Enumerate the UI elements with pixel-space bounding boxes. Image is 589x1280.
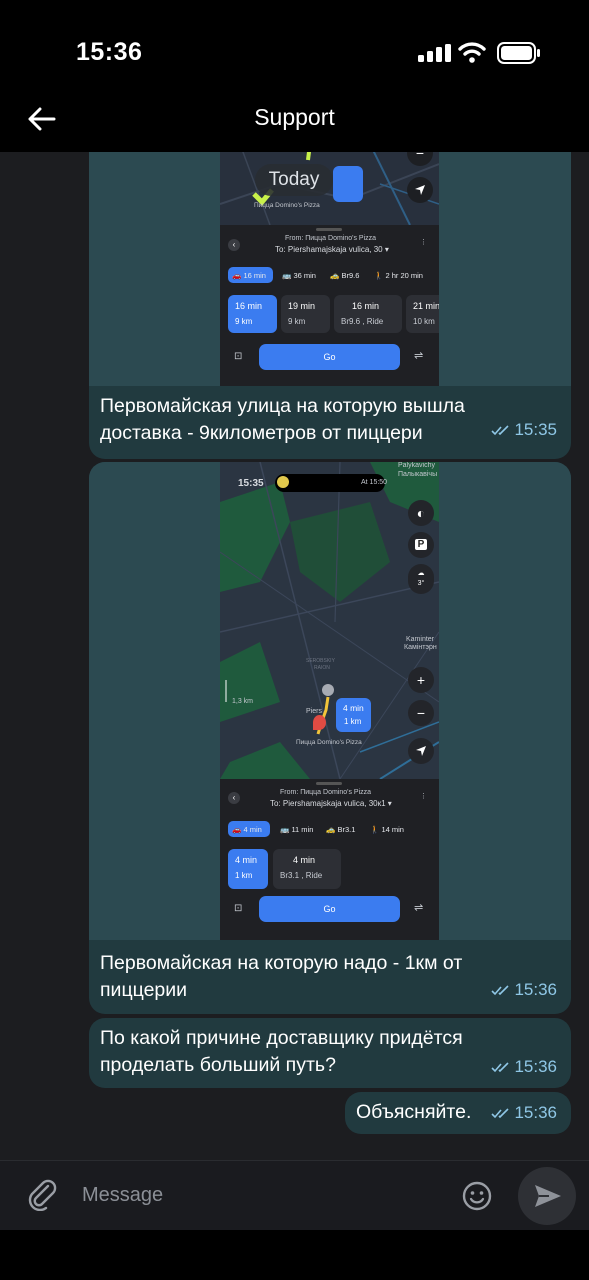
double-check-icon — [491, 984, 510, 995]
map-label: Kaminter — [406, 636, 435, 643]
send-icon — [535, 1185, 561, 1207]
more-icon[interactable]: ⋮ — [420, 238, 427, 246]
double-check-icon — [491, 424, 510, 435]
compass-button[interactable]: ◐ — [408, 500, 434, 526]
route-to: To: Piershamajskaja vulica, 30 ▾ — [275, 245, 389, 254]
mode-walk[interactable]: 🚶 14 min — [370, 821, 420, 837]
route-time-bubble: 4 min 1 km — [336, 698, 371, 732]
parking-button[interactable]: P — [408, 532, 434, 558]
emoji-icon[interactable] — [461, 1180, 493, 1212]
zoom-out-button[interactable]: − — [408, 700, 434, 726]
phone-time-right: At 15:50 — [361, 479, 388, 486]
date-chip: Today — [255, 164, 333, 196]
attach-paperclip-icon[interactable] — [26, 1177, 58, 1211]
mode-taxi[interactable]: 🚕 Br3.1 — [324, 821, 364, 837]
map-label: SEROBSKIY — [306, 658, 335, 664]
message-bubble[interactable]: Объясняйте. 15:36 — [345, 1092, 571, 1134]
map-label: RAION — [314, 665, 330, 671]
route-screenshot: 15:35 At 15:50 Palykavichy Палыкавічы Ka… — [220, 462, 439, 940]
cellular-signal-icon — [418, 44, 451, 62]
map-label: Палыкавічы — [398, 471, 438, 478]
message-text: Первомайская на которую надо - 1км от пи… — [100, 952, 463, 1001]
schedule-icon[interactable]: ⊡ — [234, 903, 242, 914]
mode-car[interactable]: 🚗 16 min — [228, 267, 273, 283]
status-time: 15:36 — [76, 38, 143, 66]
scale-label: 1,3 km — [232, 698, 254, 705]
go-button[interactable]: Go — [259, 344, 400, 370]
mode-taxi[interactable]: 🚕 Br9.6 — [328, 267, 368, 283]
phone-time: 15:35 — [238, 478, 264, 489]
send-button[interactable] — [518, 1167, 576, 1225]
message-bubble[interactable]: По какой причине доставщику придётся про… — [89, 1018, 571, 1088]
message-meta: 15:36 — [491, 1103, 557, 1123]
route-option[interactable]: 4 min Br3.1 , Ride — [273, 849, 341, 889]
message-meta: 15:35 — [491, 420, 557, 440]
message-meta: 15:36 — [491, 980, 557, 1000]
mode-car[interactable]: 🚗 4 min — [228, 821, 270, 837]
wifi-icon — [458, 42, 486, 63]
locate-me-button[interactable] — [408, 738, 434, 764]
route-from: From: Пицца Domino's Pizza — [285, 235, 377, 242]
message-time: 15:36 — [514, 1057, 557, 1076]
message-time: 15:36 — [514, 1103, 557, 1122]
message-time: 15:36 — [514, 980, 557, 999]
double-check-icon — [491, 1061, 510, 1072]
map-label: Piers — [306, 708, 322, 715]
map-label: Palykavichy — [398, 462, 435, 469]
locate-me-button[interactable] — [407, 177, 433, 203]
message-text: По какой причине доставщику придётся про… — [100, 1027, 463, 1076]
route-to: To: Piershamajskaja vulica, 30к1 ▾ — [270, 799, 392, 808]
map-view: 15:35 At 15:50 Palykavichy Палыкавічы Ka… — [220, 462, 439, 779]
home-indicator-area — [0, 1230, 589, 1280]
weather-button[interactable]: ☁ 3° — [408, 564, 434, 594]
battery-icon — [497, 42, 540, 64]
message-text: Первомайская улица на которую вышла дост… — [100, 395, 465, 444]
message-meta: 15:36 — [491, 1057, 557, 1077]
schedule-icon[interactable]: ⊡ — [234, 351, 242, 362]
mode-transit[interactable]: 🚌 11 min — [278, 821, 318, 837]
chat-area[interactable]: Пицца Domino's Pizza − ‹ From: Пицца Dom… — [0, 152, 589, 1160]
more-icon[interactable]: ⋮ — [420, 792, 427, 800]
map-place-label: Пицца Domino's Pizza — [254, 202, 320, 209]
route-option[interactable]: 21 min 10 km — [406, 295, 439, 333]
go-button[interactable]: Go — [259, 896, 400, 922]
map-label: Камінтэрн — [404, 644, 437, 651]
chat-title: Support — [254, 104, 335, 130]
map-label: Пицца Domino's Pizza — [296, 739, 362, 746]
route-option[interactable]: 19 min 9 km — [281, 295, 330, 333]
composer-bar: Message — [0, 1160, 589, 1280]
settings-icon[interactable]: ⇌ — [414, 349, 423, 362]
route-panel: ‹ From: Пицца Domino's Pizza To: Piersha… — [220, 779, 439, 940]
settings-icon[interactable]: ⇌ — [414, 901, 423, 914]
double-check-icon — [491, 1107, 510, 1118]
route-option[interactable]: 16 min 9 km — [228, 295, 277, 333]
mode-walk[interactable]: 🚶 2 hr 20 min — [374, 267, 436, 283]
message-bubble[interactable]: 15:35 At 15:50 Palykavichy Палыкавічы Ka… — [89, 462, 571, 1014]
message-bubble[interactable]: Пицца Domino's Pizza − ‹ From: Пицца Dom… — [89, 152, 571, 459]
status-bar: 15:36 — [0, 0, 589, 100]
message-input[interactable]: Message — [82, 1184, 163, 1207]
route-option[interactable]: 4 min 1 km — [228, 849, 268, 889]
zoom-in-button[interactable]: + — [408, 667, 434, 693]
photo-attachment[interactable]: 15:35 At 15:50 Palykavichy Палыкавічы Ka… — [89, 462, 571, 940]
mode-transit[interactable]: 🚌 36 min — [280, 267, 324, 283]
route-panel: ‹ From: Пицца Domino's Pizza To: Piersha… — [220, 225, 439, 386]
message-text: Объясняйте. — [356, 1101, 472, 1123]
route-from: From: Пицца Domino's Pizza — [280, 789, 372, 796]
message-time: 15:35 — [514, 420, 557, 439]
chat-header: Support — [0, 86, 589, 152]
route-option[interactable]: 16 min Br9.6 , Ride — [334, 295, 402, 333]
